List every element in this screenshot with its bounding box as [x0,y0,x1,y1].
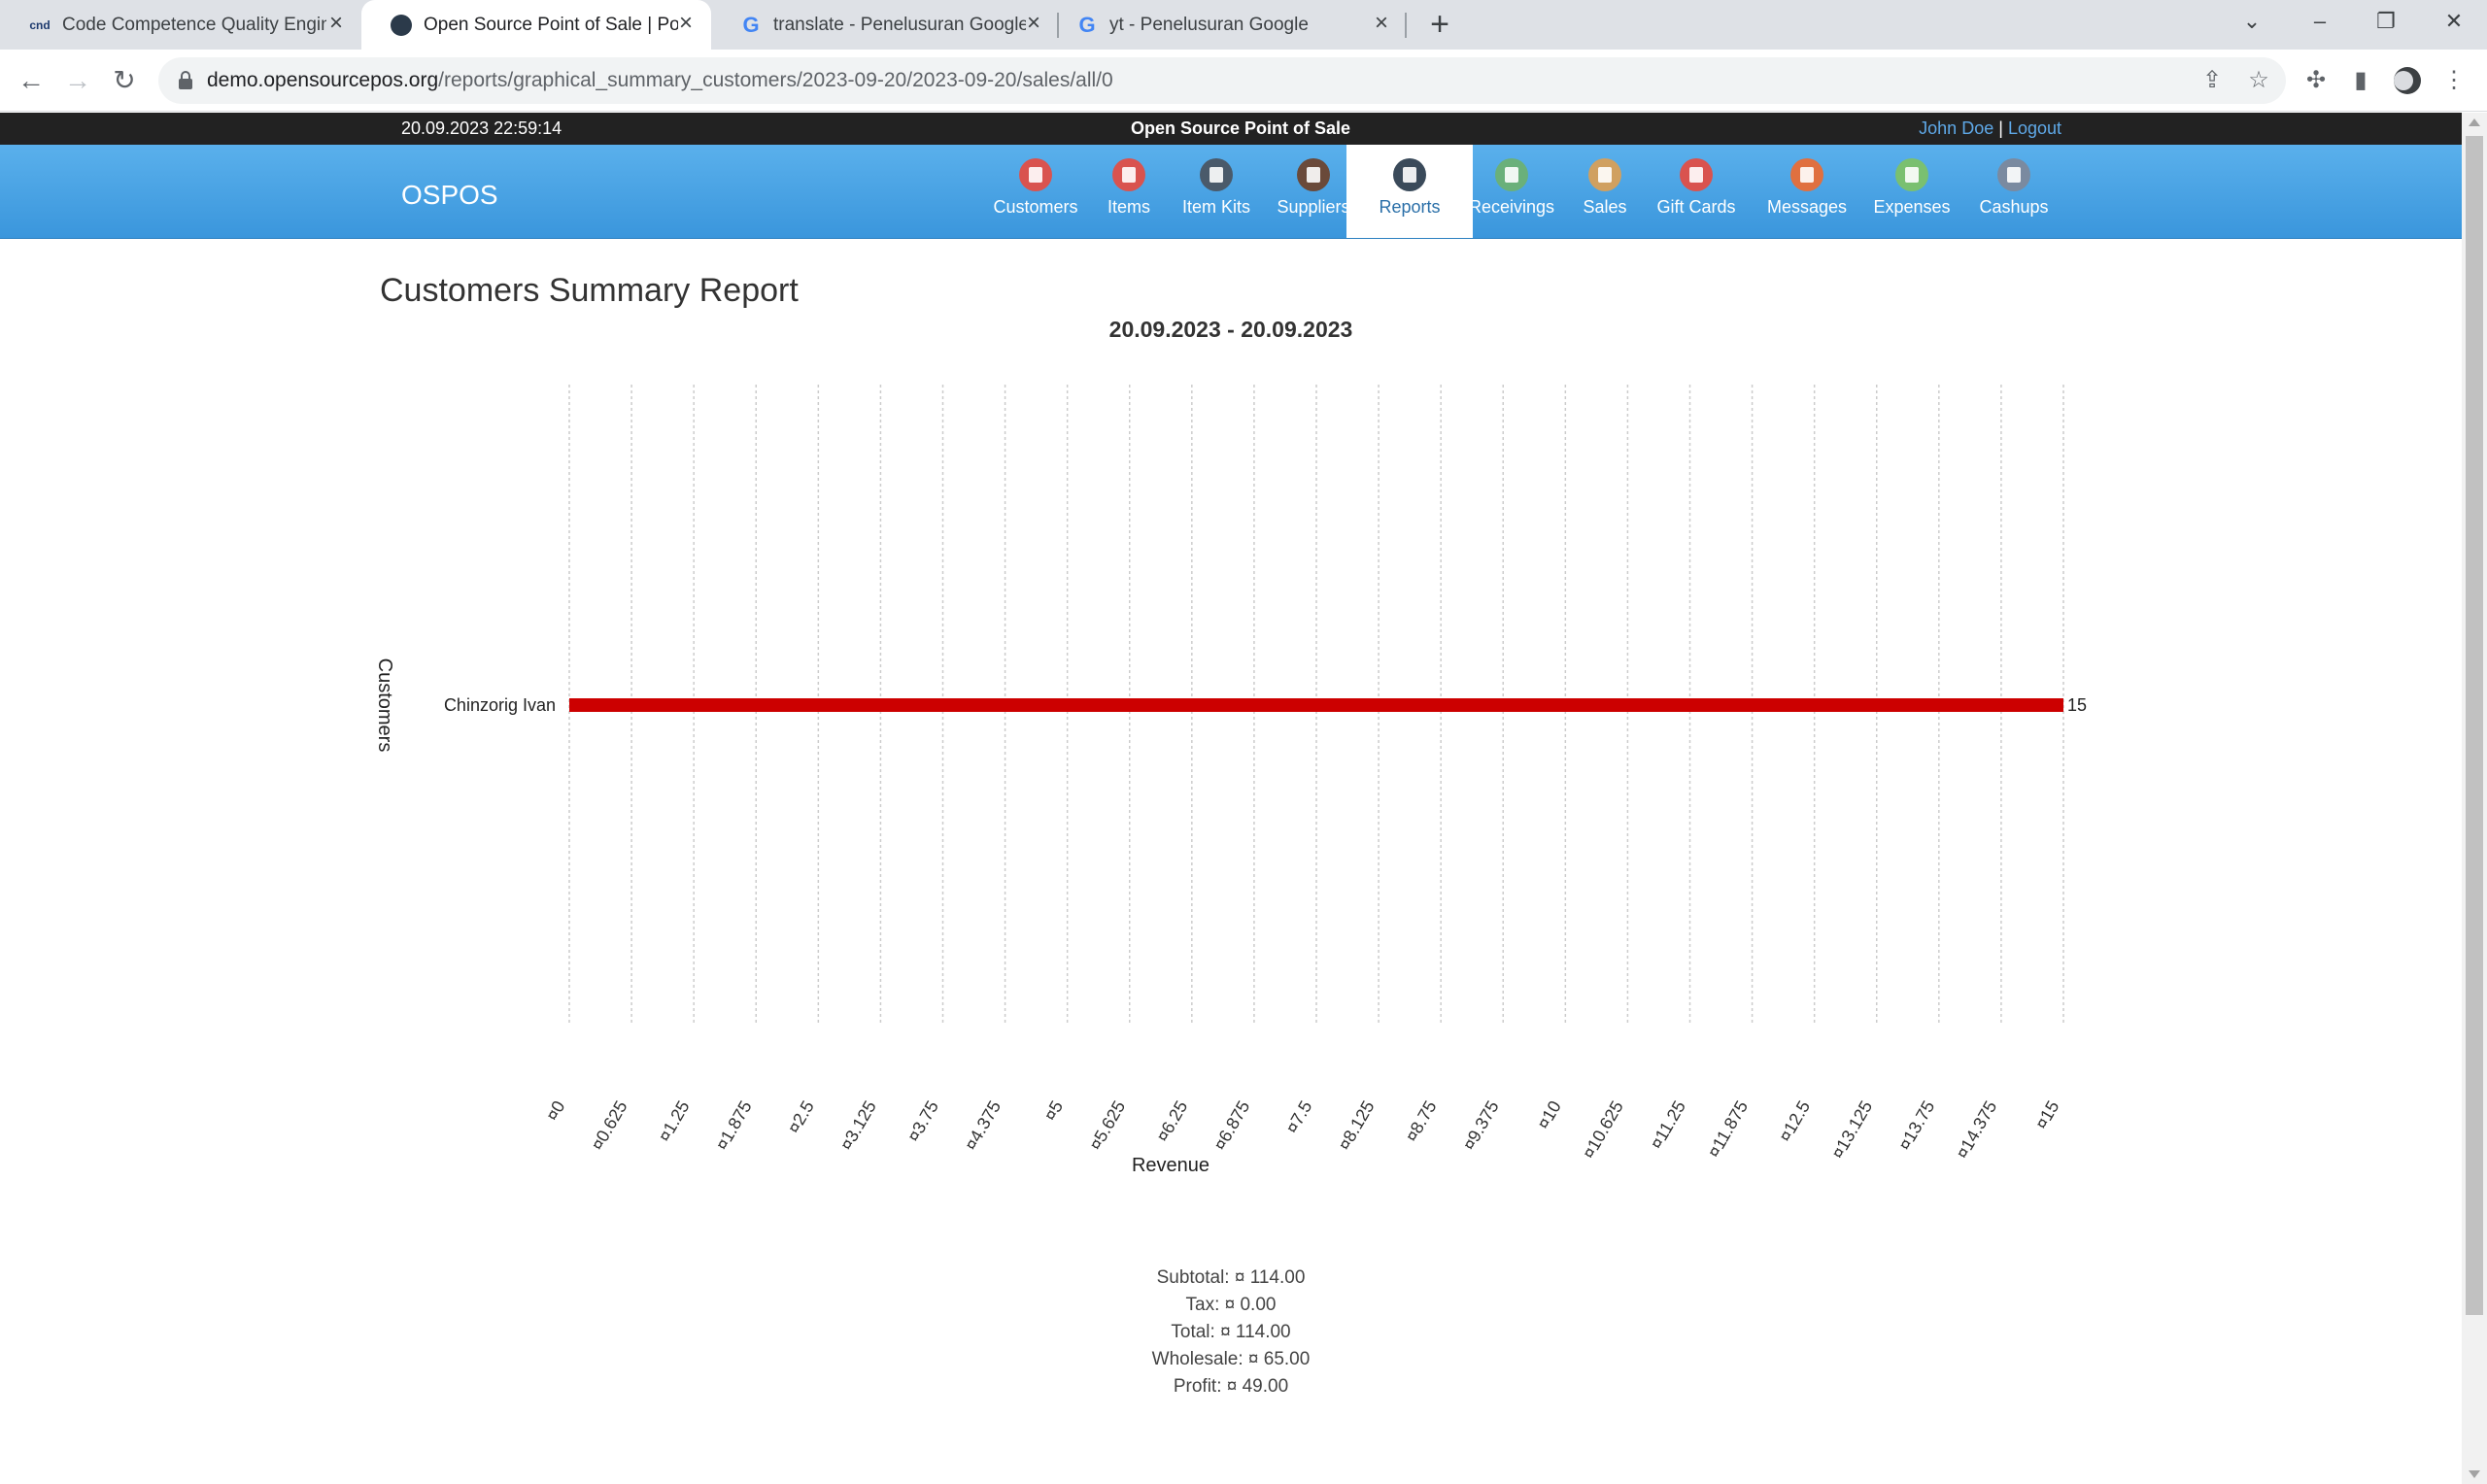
close-tab-icon[interactable]: × [674,12,698,36]
google-favicon-icon: G [742,12,760,37]
x-tick-label: ¤1.875 [712,1097,756,1154]
x-tick-label: ¤15 [2031,1097,2062,1132]
address-bar[interactable]: demo.opensourcepos.org/reports/graphical… [158,57,2286,104]
forward-icon[interactable]: → [58,61,97,100]
x-tick-label: ¤13.125 [1827,1097,1876,1162]
browser-tab[interactable]: G translate - Penelusuran Google × [711,0,1059,50]
x-tick-label: ¤3.75 [903,1097,942,1145]
page-scrollbar[interactable] [2462,113,2487,1484]
x-tick-label: ¤14.375 [1953,1097,2001,1162]
google-favicon-icon: G [1078,12,1096,37]
side-panel-icon[interactable]: ▮ [2343,63,2378,98]
profile-avatar-icon[interactable] [2390,63,2425,98]
x-tick-label: ¤11.875 [1704,1097,1752,1161]
browser-toolbar: ← → ↻ demo.opensourcepos.org/reports/gra… [0,50,2487,112]
category-label: Chinzorig Ivan [444,695,556,715]
scroll-up-icon[interactable] [2469,118,2480,126]
x-tick-label: ¤3.125 [836,1097,880,1154]
close-tab-icon[interactable]: × [1022,12,1045,36]
x-tick-label: ¤0.625 [588,1097,631,1154]
bookmark-star-icon[interactable]: ☆ [2245,67,2272,94]
ospos-favicon-icon [391,14,412,36]
scrollbar-thumb[interactable] [2466,136,2483,1315]
close-tab-icon[interactable]: × [324,12,348,36]
x-tick-label: ¤7.5 [1282,1097,1316,1136]
x-tick-label: ¤8.75 [1402,1097,1441,1145]
x-axis-title: Revenue [1132,1155,1209,1176]
page: 20.09.2023 22:59:14 Open Source Point of… [0,113,2462,1484]
summary-profit: Profit: ¤ 49.00 [1173,1376,1289,1397]
close-tab-icon[interactable]: × [1370,12,1393,36]
url-host: demo.opensourcepos.org [207,69,439,91]
back-icon[interactable]: ← [12,61,51,100]
browser-tab-bar: cnd Code Competence Quality Engine × Ope… [0,0,2487,50]
x-tick-label: ¤0 [542,1097,568,1124]
x-tick-label: ¤10.625 [1579,1097,1627,1162]
tab-title: Open Source Point of Sale | Powered by O… [424,14,678,35]
x-tick-label: ¤6.875 [1210,1097,1254,1154]
summary-tax: Tax: ¤ 0.00 [1185,1295,1277,1315]
summary-subtotal: Subtotal: ¤ 114.00 [1156,1267,1306,1288]
x-tick-label: ¤11.25 [1647,1097,1689,1153]
tab-title: Code Competence Quality Engine [62,14,326,35]
browser-tab[interactable]: cnd Code Competence Quality Engine × [0,0,361,50]
x-tick-label: ¤5 [1040,1097,1067,1124]
data-label: 15 [2067,695,2087,715]
x-tick-label: ¤2.5 [784,1097,818,1136]
extensions-icon[interactable]: ✣ [2299,63,2334,98]
close-window-icon[interactable]: ✕ [2427,0,2481,43]
new-tab-button[interactable]: + [1422,8,1457,43]
report-summary: Subtotal: ¤ 114.00 Tax: ¤ 0.00 Total: ¤ … [0,1265,2462,1400]
browser-tab-active[interactable]: Open Source Point of Sale | Powered by O… [361,0,711,50]
tab-separator [1405,13,1407,38]
y-axis-title: Customers [374,658,395,753]
reload-icon[interactable]: ↻ [105,61,144,100]
x-tick-label: ¤13.75 [1894,1097,1938,1154]
share-icon[interactable]: ⇪ [2198,67,2226,94]
tab-search-icon[interactable]: ⌄ [2225,0,2279,43]
x-tick-label: ¤8.125 [1335,1097,1379,1154]
summary-total: Total: ¤ 114.00 [1171,1322,1291,1342]
lock-icon [179,71,192,89]
code-competence-favicon-icon: cnd [29,17,51,32]
scroll-down-icon[interactable] [2469,1470,2480,1478]
x-tick-label: ¤12.5 [1775,1097,1814,1145]
x-tick-label: ¤9.375 [1459,1097,1503,1154]
url-path: /reports/graphical_summary_customers/202… [438,69,1113,91]
x-tick-label: ¤5.625 [1085,1097,1129,1154]
minimize-icon[interactable]: – [2293,0,2347,43]
x-tick-label: ¤6.25 [1152,1097,1191,1145]
restore-icon[interactable]: ❐ [2359,0,2413,43]
data-bar [569,698,2063,712]
tab-title: yt - Penelusuran Google [1109,14,1309,35]
x-tick-label: ¤4.375 [961,1097,1005,1154]
tab-title: translate - Penelusuran Google [773,14,1026,35]
browser-tab[interactable]: G yt - Penelusuran Google × [1059,0,1407,50]
url-text: demo.opensourcepos.org/reports/graphical… [207,69,1113,92]
summary-wholesale: Wholesale: ¤ 65.00 [1151,1349,1311,1369]
x-tick-label: ¤1.25 [655,1097,694,1145]
x-tick-label: ¤10 [1533,1097,1564,1132]
browser-menu-icon[interactable]: ⋮ [2436,63,2471,98]
